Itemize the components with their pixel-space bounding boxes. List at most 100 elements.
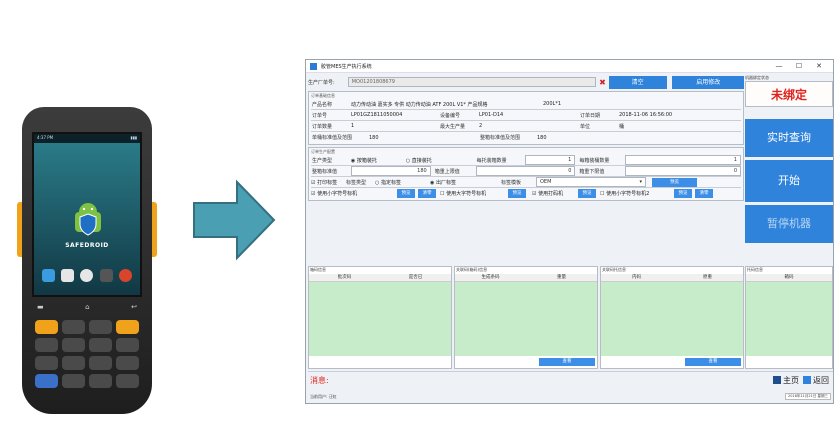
small-label-reset-button[interactable]: 清零 bbox=[418, 189, 436, 198]
order-date-value: 2018-11-06 16:56:00 bbox=[619, 112, 673, 118]
panel-body[interactable] bbox=[601, 282, 743, 356]
radio-direct[interactable]: ○ 直接装托 bbox=[406, 157, 476, 164]
printer-preview-button[interactable]: 预览 bbox=[578, 189, 596, 198]
device-nav-keys: ▬ ⌂ ↩ bbox=[37, 303, 137, 313]
order-no-label: 订单号 bbox=[312, 112, 328, 119]
menu-key-icon: ▬ bbox=[37, 303, 44, 311]
keypad-key bbox=[89, 374, 112, 388]
panel-title: 关联码托信息 bbox=[602, 267, 626, 272]
panel-body[interactable] bbox=[455, 282, 597, 356]
small-label2-preview-button[interactable]: 预览 bbox=[674, 189, 692, 198]
product-row: 产品名称 动力传动油 嘉实多 专供 动力传动油 ATF 200L V1* 产品规… bbox=[311, 99, 741, 110]
pallet-count-input[interactable]: 1 bbox=[525, 155, 576, 165]
panel-body[interactable] bbox=[309, 282, 451, 356]
box-code-panel: 箱码信息 批次码 是否已 bbox=[308, 266, 452, 369]
panel-col: 箱码 bbox=[784, 275, 794, 280]
panel-col: 重量 bbox=[557, 275, 566, 280]
serial-input[interactable]: MO01201808679 bbox=[347, 77, 597, 87]
single-std-value: 180 bbox=[369, 134, 379, 141]
template-select[interactable]: OEM ▾ bbox=[536, 177, 646, 187]
box-link-panel: 关联码(箱码)信息 生成条码 重量 查看 bbox=[454, 266, 598, 369]
clear-button[interactable]: 清空 bbox=[608, 75, 667, 89]
back-button-label: 返回 bbox=[813, 375, 829, 385]
pallet-link-panel: 关联码托信息 内码 原重 查看 bbox=[600, 266, 744, 369]
upper-label: 箱重上限值 bbox=[434, 168, 460, 175]
template-preview-button[interactable]: 预览 bbox=[652, 177, 697, 187]
keypad-key bbox=[89, 338, 112, 352]
keypad-key bbox=[35, 356, 58, 370]
panel-view-button[interactable]: 查看 bbox=[685, 358, 741, 366]
app-icon bbox=[310, 62, 317, 70]
keypad-key bbox=[116, 356, 139, 370]
std-row: 单桶标准值及范围 180 整箱标准值及范围 180 bbox=[311, 132, 741, 143]
equipment-label: 设备编号 bbox=[440, 112, 461, 119]
browser-app-icon bbox=[118, 269, 132, 282]
single-std-label: 单桶标准值及范围 bbox=[312, 135, 353, 141]
template-select-value: OEM bbox=[540, 179, 552, 185]
panel-view-button[interactable]: 查看 bbox=[539, 358, 595, 366]
android-shield-logo-icon bbox=[75, 203, 101, 236]
back-key-icon: ↩ bbox=[131, 303, 137, 311]
box-std-input[interactable]: 180 bbox=[350, 166, 431, 176]
data-panels: 箱码信息 批次码 是否已 关联码(箱码)信息 生成条码 重量 查看 关联码托信息… bbox=[308, 266, 744, 369]
enable-edit-button[interactable]: 启用修改 bbox=[672, 75, 744, 89]
small-label2-text: 使用小字符号标机2 bbox=[606, 191, 650, 197]
panel-body[interactable] bbox=[746, 282, 832, 356]
start-button[interactable]: 开始 bbox=[745, 160, 833, 202]
home-button[interactable]: 主页 bbox=[773, 375, 799, 386]
device-keypad bbox=[35, 320, 139, 388]
big-label-preview-button[interactable]: 预览 bbox=[508, 189, 526, 198]
small-label-checkbox[interactable]: ☑ 使用小字符号标机 bbox=[311, 190, 397, 197]
panel-header: 内码 原重 bbox=[601, 274, 743, 282]
side-panel: 机器绑定状态 未绑定 实时查询 开始 暂停机器 bbox=[745, 75, 833, 246]
radio-pallet[interactable]: ◉ 按箱装托 bbox=[351, 157, 406, 164]
device-signal-icon: ▮▮▮ bbox=[130, 135, 137, 140]
upper-input[interactable]: 0 bbox=[475, 166, 576, 176]
print-label-checkbox[interactable]: ☑ 打印标签 bbox=[311, 179, 345, 186]
whole-std-label: 整箱标准值及范围 bbox=[480, 135, 521, 141]
stop-button[interactable]: 暂停机器 bbox=[745, 205, 833, 243]
close-button[interactable]: ✕ bbox=[809, 62, 829, 70]
keypad-key bbox=[62, 338, 85, 352]
radio-clone[interactable]: ○ 指定标签 bbox=[375, 179, 430, 186]
small-label2-reset-button[interactable]: 清零 bbox=[695, 189, 713, 198]
back-button[interactable]: 返回 bbox=[803, 375, 829, 386]
home-icon bbox=[773, 376, 781, 384]
type-row: 生产类型 ◉ 按箱装托 ○ 直接装托 每托装箱数量 1 每箱装桶数量 1 bbox=[311, 155, 741, 166]
small-label-preview-button[interactable]: 预览 bbox=[397, 189, 415, 198]
box-qty-input[interactable]: 1 bbox=[625, 155, 741, 165]
maximize-button[interactable]: ☐ bbox=[789, 62, 809, 70]
order-qty-label: 订单数量 bbox=[312, 123, 333, 130]
serial-label: 生产厂单号: bbox=[308, 79, 335, 86]
radio-clone-label: 指定标签 bbox=[380, 179, 401, 186]
printer-row: ☑ 使用小字符号标机 预览 清零 ☐ 使用大字符号标机 预览 ☑ 使用打码机 预… bbox=[311, 188, 741, 199]
max-prod-label: 最大生产量 bbox=[440, 123, 466, 130]
realtime-query-button[interactable]: 实时查询 bbox=[745, 119, 833, 157]
keypad-key bbox=[116, 338, 139, 352]
window-titlebar: 胶管MES生产执行系统 — ☐ ✕ bbox=[306, 60, 833, 73]
order-qty-value: 1 bbox=[351, 123, 355, 129]
big-label-checkbox[interactable]: ☐ 使用大字符号标机 bbox=[440, 190, 508, 197]
message-label: 消息: bbox=[310, 375, 329, 385]
status-bar: 消息: 主页 返回 bbox=[308, 371, 833, 388]
device-status-time: 4:37 PM bbox=[37, 135, 54, 140]
max-prod-value: 2 bbox=[479, 123, 483, 129]
keypad-key bbox=[35, 338, 58, 352]
keypad-key bbox=[35, 374, 58, 388]
keypad-key bbox=[116, 374, 139, 388]
panel-header: 批次码 是否已 bbox=[309, 274, 451, 282]
panel-header: 箱码 bbox=[746, 274, 832, 282]
dropdown-arrow-icon: ▾ bbox=[639, 179, 642, 185]
apps-grid-icon bbox=[80, 269, 94, 282]
order-info-group: 订单基础信息 产品名称 动力传动油 嘉实多 专供 动力传动油 ATF 200L … bbox=[308, 91, 744, 145]
radio-factory[interactable]: ◉ 出厂标签 bbox=[430, 179, 500, 186]
clock-day: 星期三 bbox=[817, 394, 829, 398]
lower-input[interactable]: 0 bbox=[625, 166, 741, 176]
minimize-button[interactable]: — bbox=[769, 62, 789, 70]
prod-settings-group: 订单生产配置 生产类型 ◉ 按箱装托 ○ 直接装托 每托装箱数量 1 每箱装桶数… bbox=[308, 147, 744, 201]
keypad-key bbox=[89, 320, 112, 334]
unit-label: 单位 bbox=[580, 123, 591, 130]
small-label2-checkbox[interactable]: ☐ 使用小字符号标机2 bbox=[600, 190, 674, 197]
printer-checkbox[interactable]: ☑ 使用打码机 bbox=[532, 190, 578, 197]
panel-title: 关联码(箱码)信息 bbox=[456, 267, 488, 272]
